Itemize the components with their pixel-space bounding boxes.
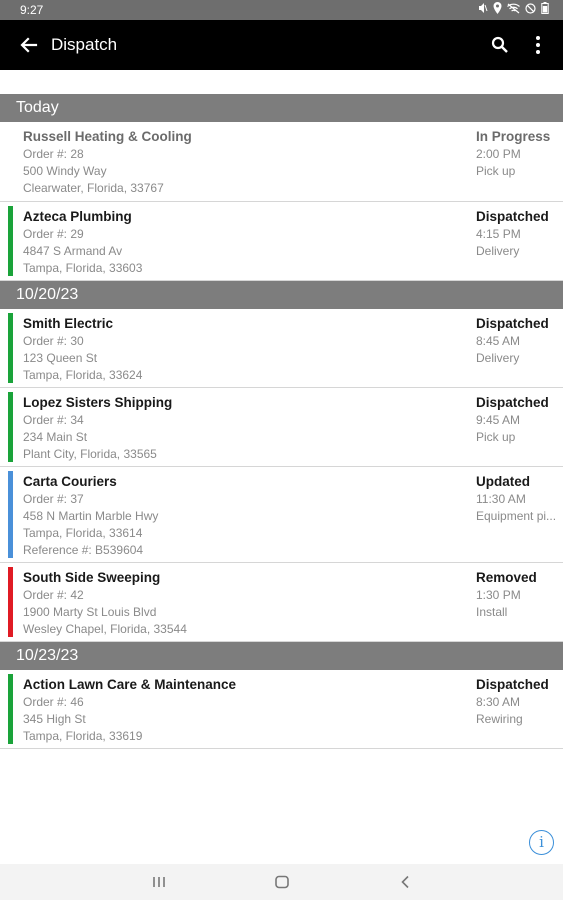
city-line: Tampa, Florida, 33603	[23, 261, 143, 275]
city-line: Clearwater, Florida, 33767	[23, 181, 164, 195]
page-title: Dispatch	[51, 35, 118, 54]
app-bar: Dispatch	[0, 20, 563, 70]
appointment-time: 9:45 AM	[476, 413, 521, 427]
recent-apps-icon[interactable]	[149, 873, 169, 891]
street-address: 500 Windy Way	[23, 164, 107, 178]
job-type: Pick up	[476, 164, 516, 178]
status-label: Updated	[476, 474, 530, 489]
order-number: Order #: 30	[23, 334, 84, 348]
mute-icon	[479, 3, 488, 13]
city-line: Tampa, Florida, 33614	[23, 526, 143, 540]
appointment-time: 2:00 PM	[476, 147, 521, 161]
info-icon[interactable]: i	[529, 830, 554, 855]
status-label: Dispatched	[476, 395, 549, 410]
section-header-date: 10/20/23	[0, 281, 563, 309]
status-color-bar	[8, 313, 13, 383]
status-color-bar	[8, 567, 13, 637]
order-number: Order #: 34	[23, 413, 84, 427]
order-number: Order #: 28	[23, 147, 84, 161]
appointment-time: 8:30 AM	[476, 695, 521, 709]
battery-icon	[541, 2, 549, 14]
section-header-today: Today	[0, 94, 563, 122]
job-type: Equipment pi...	[476, 509, 557, 523]
back-nav-icon[interactable]	[396, 873, 416, 891]
list-item[interactable]: South Side Sweeping Order #: 42 1900 Mar…	[0, 563, 563, 642]
appointment-time: 8:45 AM	[476, 334, 521, 348]
status-label: Removed	[476, 570, 537, 585]
system-nav-bar	[0, 864, 563, 900]
list-item[interactable]: Smith Electric Order #: 30 123 Queen St …	[0, 309, 563, 388]
job-type: Delivery	[476, 351, 520, 365]
dispatch-list: Today Russell Heating & Cooling Order #:…	[0, 94, 563, 749]
street-address: 458 N Martin Marble Hwy	[23, 509, 159, 523]
customer-name: Smith Electric	[23, 316, 114, 331]
city-line: Wesley Chapel, Florida, 33544	[23, 622, 187, 636]
job-type: Pick up	[476, 430, 516, 444]
more-vert-icon[interactable]	[528, 33, 548, 57]
section-header-date: 10/23/23	[0, 642, 563, 670]
status-color-bar	[8, 674, 13, 744]
list-item[interactable]: Azteca Plumbing Order #: 29 4847 S Arman…	[0, 202, 563, 281]
appointment-time: 4:15 PM	[476, 227, 521, 241]
list-item[interactable]: Action Lawn Care & Maintenance Order #: …	[0, 670, 563, 749]
order-number: Order #: 29	[23, 227, 84, 241]
status-label: Dispatched	[476, 677, 549, 692]
status-label: Dispatched	[476, 316, 549, 331]
job-type: Delivery	[476, 244, 520, 258]
back-arrow-icon[interactable]	[17, 33, 41, 57]
street-address: 1900 Marty St Louis Blvd	[23, 605, 157, 619]
dnd-icon	[525, 2, 536, 14]
search-icon[interactable]	[488, 33, 512, 57]
location-icon	[493, 2, 502, 14]
order-number: Order #: 46	[23, 695, 84, 709]
appointment-time: 1:30 PM	[476, 588, 521, 602]
street-address: 4847 S Armand Av	[23, 244, 123, 258]
status-color-bar	[8, 392, 13, 462]
job-type: Rewiring	[476, 712, 523, 726]
city-line: Plant City, Florida, 33565	[23, 447, 157, 461]
city-line: Tampa, Florida, 33624	[23, 368, 143, 382]
city-line: Tampa, Florida, 33619	[23, 729, 143, 743]
order-number: Order #: 42	[23, 588, 84, 602]
status-bar: 9:27	[0, 0, 563, 20]
customer-name: Azteca Plumbing	[23, 209, 132, 224]
appointment-time: 11:30 AM	[476, 492, 526, 506]
list-item[interactable]: Carta Couriers Order #: 37 458 N Martin …	[0, 467, 563, 563]
street-address: 345 High St	[23, 712, 86, 726]
street-address: 123 Queen St	[23, 351, 98, 365]
list-item[interactable]: Lopez Sisters Shipping Order #: 34 234 M…	[0, 388, 563, 467]
list-item[interactable]: Russell Heating & Cooling Order #: 28 50…	[0, 122, 563, 202]
status-label: Dispatched	[476, 209, 549, 224]
order-number: Order #: 37	[23, 492, 84, 506]
street-address: 234 Main St	[23, 430, 88, 444]
home-icon[interactable]	[272, 873, 292, 891]
status-label: In Progress	[476, 129, 551, 144]
status-icons	[478, 2, 549, 14]
customer-name: Action Lawn Care & Maintenance	[23, 677, 237, 692]
customer-name: Lopez Sisters Shipping	[23, 395, 173, 410]
status-time: 9:27	[20, 3, 44, 17]
status-color-bar	[8, 206, 13, 276]
reference-number: Reference #: B539604	[23, 543, 144, 557]
customer-name: Carta Couriers	[23, 474, 117, 489]
customer-name: Russell Heating & Cooling	[23, 129, 192, 144]
wifi-off-icon	[507, 3, 520, 13]
job-type: Install	[476, 605, 508, 619]
customer-name: South Side Sweeping	[23, 570, 161, 585]
status-color-bar	[8, 471, 13, 558]
